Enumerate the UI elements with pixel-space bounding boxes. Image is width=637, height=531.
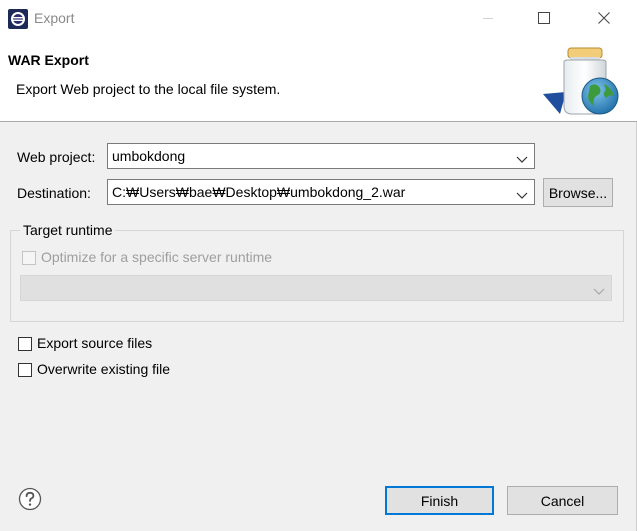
help-icon[interactable] — [18, 487, 42, 511]
optimize-runtime-label: Optimize for a specific server runtime — [41, 249, 273, 265]
window-title: Export — [34, 10, 75, 26]
destination-value: C:₩Users₩bae₩Desktop₩umbokdong_2.war — [112, 184, 406, 200]
minimize-icon — [482, 11, 494, 27]
destination-label: Destination: — [17, 185, 91, 201]
export-dialog: Export WAR Export Export Web project to … — [0, 0, 637, 531]
title-bar: Export — [0, 0, 637, 38]
overwrite-label: Overwrite existing file — [37, 361, 171, 377]
maximize-button[interactable] — [524, 6, 564, 32]
chevron-down-icon — [516, 187, 528, 199]
page-title: WAR Export — [8, 52, 89, 68]
export-source-label: Export source files — [37, 335, 153, 351]
web-project-combo[interactable]: umbokdong — [107, 143, 535, 169]
overwrite-checkbox[interactable] — [18, 363, 32, 377]
page-description: Export Web project to the local file sys… — [16, 81, 281, 97]
web-project-label: Web project: — [17, 149, 96, 165]
web-project-value: umbokdong — [112, 148, 186, 164]
close-button[interactable] — [584, 6, 624, 32]
optimize-runtime-checkbox[interactable] — [22, 251, 36, 265]
eclipse-app-icon — [8, 9, 28, 29]
war-export-jar-globe-icon — [540, 44, 624, 118]
server-runtime-combo[interactable] — [20, 275, 612, 301]
close-icon — [598, 11, 610, 27]
destination-combo[interactable]: C:₩Users₩bae₩Desktop₩umbokdong_2.war — [107, 179, 535, 205]
minimize-button[interactable] — [468, 6, 508, 32]
wizard-banner: WAR Export Export Web project to the loc… — [0, 38, 637, 122]
chevron-down-icon — [593, 283, 605, 295]
chevron-down-icon — [516, 151, 528, 163]
target-runtime-group-title: Target runtime — [20, 222, 116, 238]
maximize-icon — [538, 11, 550, 27]
browse-button[interactable]: Browse... — [543, 178, 613, 207]
finish-button[interactable]: Finish — [385, 486, 494, 515]
cancel-button[interactable]: Cancel — [507, 486, 618, 515]
export-source-checkbox[interactable] — [18, 337, 32, 351]
